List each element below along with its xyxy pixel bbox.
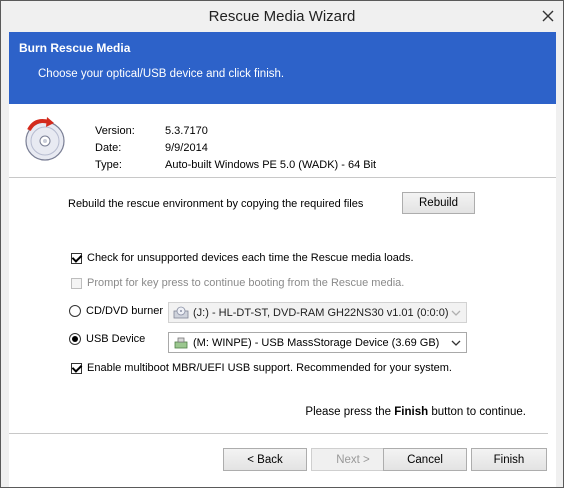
cd-dvd-radio[interactable] xyxy=(69,305,81,317)
version-row: Version: 5.3.7170 xyxy=(95,123,376,140)
date-row: Date: 9/9/2014 xyxy=(95,140,376,157)
chevron-down-icon xyxy=(451,310,461,316)
type-value: Auto-built Windows PE 5.0 (WADK) - 64 Bi… xyxy=(165,159,377,171)
rebuild-button[interactable]: Rebuild xyxy=(402,192,475,214)
check-unsupported-checkbox[interactable] xyxy=(71,252,82,264)
usb-device-select-value: (M: WINPE) - USB MassStorage Device (3.6… xyxy=(193,336,440,349)
rescue-media-wizard-window: Rescue Media Wizard Burn Rescue Media Ch… xyxy=(0,0,564,488)
disc-refresh-icon xyxy=(25,117,65,161)
multiboot-option[interactable]: Enable multiboot MBR/UEFI USB support. R… xyxy=(71,362,452,374)
header-subtitle: Choose your optical/USB device and click… xyxy=(38,68,285,80)
finish-hint: Please press the Finish button to contin… xyxy=(305,406,526,418)
check-unsupported-option[interactable]: Check for unsupported devices each time … xyxy=(71,252,414,264)
wizard-header: Burn Rescue Media Choose your optical/US… xyxy=(9,32,556,104)
usb-device-select[interactable]: (M: WINPE) - USB MassStorage Device (3.6… xyxy=(168,332,467,353)
cd-dvd-option[interactable]: CD/DVD burner xyxy=(69,305,163,317)
close-button[interactable] xyxy=(539,8,557,24)
bottom-separator xyxy=(9,433,548,434)
close-icon xyxy=(542,10,554,22)
prompt-key-option: Prompt for key press to continue booting… xyxy=(71,277,404,289)
usb-device-label: USB Device xyxy=(86,333,146,345)
rebuild-description: Rebuild the rescue environment by copyin… xyxy=(68,198,364,210)
usb-device-radio[interactable] xyxy=(69,333,81,345)
finish-button[interactable]: Finish xyxy=(471,448,547,471)
usb-drive-icon xyxy=(174,337,188,348)
usb-device-option[interactable]: USB Device xyxy=(69,333,145,345)
back-button[interactable]: < Back xyxy=(223,448,307,471)
date-label: Date: xyxy=(95,142,122,154)
type-label: Type: xyxy=(95,159,122,171)
multiboot-checkbox[interactable] xyxy=(71,362,82,374)
optical-drive-icon xyxy=(173,306,189,318)
wizard-content: Version: 5.3.7170 Date: 9/9/2014 Type: Auto… xyxy=(9,104,556,487)
cd-dvd-select: (J:) - HL-DT-ST, DVD-RAM GH22NS30 v1.01 … xyxy=(168,302,467,323)
prompt-key-label: Prompt for key press to continue booting… xyxy=(87,277,405,289)
version-value: 5.3.7170 xyxy=(165,125,208,137)
hint-suffix: button to continue. xyxy=(431,406,526,418)
media-info: Version: 5.3.7170 Date: 9/9/2014 Type: Auto… xyxy=(95,123,376,174)
top-separator xyxy=(9,177,556,178)
check-unsupported-label: Check for unsupported devices each time … xyxy=(87,252,414,264)
cd-dvd-select-value: (J:) - HL-DT-ST, DVD-RAM GH22NS30 v1.01 … xyxy=(193,306,449,319)
date-value: 9/9/2014 xyxy=(165,142,208,154)
type-row: Type: Auto-built Windows PE 5.0 (WADK) - … xyxy=(95,157,376,174)
chevron-down-icon xyxy=(451,340,461,346)
window-title: Rescue Media Wizard xyxy=(208,8,356,25)
title-bar: Rescue Media Wizard xyxy=(1,1,563,32)
prompt-key-checkbox xyxy=(71,277,82,289)
hint-prefix: Please press the xyxy=(305,406,392,418)
hint-bold: Finish xyxy=(394,406,429,418)
multiboot-label: Enable multiboot MBR/UEFI USB support. R… xyxy=(87,362,452,374)
header-title: Burn Rescue Media xyxy=(19,41,131,55)
cd-dvd-label: CD/DVD burner xyxy=(86,305,164,317)
cancel-button[interactable]: Cancel xyxy=(383,448,467,471)
version-label: Version: xyxy=(95,125,135,137)
